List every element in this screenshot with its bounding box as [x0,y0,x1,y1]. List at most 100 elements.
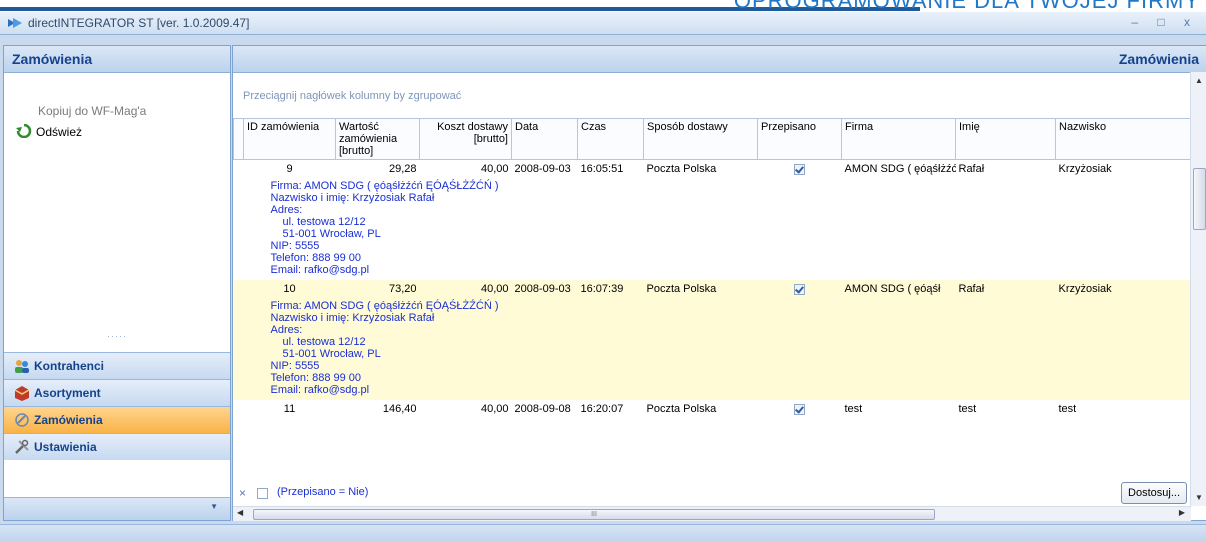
cell-last-name[interactable]: test [1055,400,1191,418]
group-by-hint[interactable]: Przeciągnij nagłówek kolumny by zgrupowa… [243,90,461,102]
group-asortyment[interactable]: Asortyment [4,379,230,406]
column-header-copied[interactable]: Przepisano [757,118,842,160]
detail-company: Firma: AMON SDG ( ęóąśłżźćń ĘÓĄŚŁŻŹĆŃ ) [270,180,499,192]
refresh-icon [16,124,32,138]
cell-date[interactable]: 2008-09-08 [511,400,578,418]
column-header-first-name[interactable]: Imię [955,118,1056,160]
table-row[interactable]: 10 73,20 40,00 2008-09-03 16:07:39 Poczt… [233,280,1191,298]
splitter-grip[interactable]: ····· [4,332,230,341]
cell-id[interactable]: 10 [243,280,336,298]
cell-method[interactable]: Poczta Polska [643,280,758,298]
cell-id[interactable]: 9 [243,159,336,178]
cell-first-name[interactable]: test [955,400,1056,418]
top-band: OPROGRAMOWANIE DLA TWOJEJ FIRMY [0,0,1206,12]
window-title: directINTEGRATOR ST [ver. 1.0.2009.47] [28,16,250,30]
column-header-id[interactable]: ID zamówienia [243,118,336,160]
group-label: Zamówienia [34,413,103,427]
cell-last-name[interactable]: Krzyżosiak [1055,159,1191,178]
scroll-thumb[interactable] [1193,168,1206,230]
group-ustawienia[interactable]: Ustawienia [4,433,230,460]
group-label: Asortyment [34,386,101,400]
vertical-scrollbar[interactable]: ▲ ▼ [1190,72,1206,506]
column-header-date[interactable]: Data [511,118,578,160]
cell-company[interactable]: AMON SDG ( ęóąśł [841,280,956,298]
checkbox-icon[interactable] [794,403,805,415]
column-header-time[interactable]: Czas [577,118,644,160]
box-icon [14,386,30,401]
nav-footer[interactable]: ▼ [4,497,230,520]
detail-phone: Telefon: 888 99 00 [270,372,362,384]
cell-time[interactable]: 16:07:39 [577,280,644,298]
detail-row: Firma: AMON SDG ( ęóąśłżźćń ĘÓĄŚŁŻŹĆŃ ) … [233,178,1191,280]
row-selector-header [233,118,244,160]
chevron-down-icon[interactable]: ▼ [210,502,218,511]
group-kontrahenci[interactable]: Kontrahenci [4,352,230,379]
group-label: Ustawienia [34,440,97,454]
cell-first-name[interactable]: Rafał [955,280,1056,298]
orders-icon [15,413,29,427]
row-selector [233,159,244,178]
cell-shipping[interactable]: 40,00 [419,280,512,298]
scroll-thumb-horizontal[interactable]: III [253,509,935,520]
customize-button[interactable]: Dostosuj... [1121,482,1187,504]
cell-date[interactable]: 2008-09-03 [511,159,578,178]
detail-name: Nazwisko i imię: Krzyżosiak Rafał [270,312,435,324]
title-bar: directINTEGRATOR ST [ver. 1.0.2009.47] –… [0,12,1206,35]
cell-method[interactable]: Poczta Polska [643,400,758,418]
contacts-icon [15,360,29,373]
filter-enable-checkbox[interactable] [257,488,268,499]
cell-value[interactable]: 146,40 [335,400,420,418]
cell-first-name[interactable]: Rafał [955,159,1056,178]
cell-id[interactable]: 11 [243,400,336,418]
cell-time[interactable]: 16:20:07 [577,400,644,418]
scroll-down-icon[interactable]: ▼ [1195,493,1203,502]
copy-to-wfmag-action[interactable]: Kopiuj do WF-Mag'a [38,104,146,118]
filter-text[interactable]: (Przepisano = Nie) [277,486,368,498]
cell-company[interactable]: test [841,400,956,418]
group-zamowienia[interactable]: Zamówienia [4,406,230,433]
cell-method[interactable]: Poczta Polska [643,159,758,178]
cell-shipping[interactable]: 40,00 [419,400,512,418]
checkbox-icon[interactable] [794,163,805,175]
nav-pane: Zamówienia Kopiuj do WF-Mag'a Odśwież ··… [3,45,231,521]
cell-value[interactable]: 73,20 [335,280,420,298]
refresh-label: Odśwież [36,125,83,139]
checkbox-icon[interactable] [794,283,805,295]
clear-filter-icon[interactable]: × [239,486,246,500]
cell-shipping[interactable]: 40,00 [419,159,512,178]
detail-row: Firma: AMON SDG ( ęóąśłżźćń ĘÓĄŚŁŻŹĆŃ ) … [233,298,1191,400]
cell-date[interactable]: 2008-09-03 [511,280,578,298]
nav-header: Zamówienia [4,46,230,73]
scroll-right-icon[interactable]: ▶ [1179,508,1185,517]
detail-address-label: Adres: [270,204,303,216]
cell-copied[interactable] [757,400,842,418]
horizontal-scrollbar[interactable]: ◀ III ▶ [233,506,1191,521]
app-window: directINTEGRATOR ST [ver. 1.0.2009.47] –… [0,12,1206,541]
cell-copied[interactable] [757,280,842,298]
window-controls[interactable]: – □ x [1131,15,1198,29]
scroll-up-icon[interactable]: ▲ [1195,76,1203,85]
row-selector [233,280,244,298]
cell-copied[interactable] [757,159,842,178]
group-label: Kontrahenci [34,359,105,373]
column-header-shipping[interactable]: Koszt dostawy [brutto] [419,118,512,160]
refresh-action[interactable]: Odśwież [16,124,82,139]
row-selector [233,400,244,418]
scroll-left-icon[interactable]: ◀ [237,508,243,517]
detail-email: Email: rafko@sdg.pl [270,384,370,396]
table-row[interactable]: 11 146,40 40,00 2008-09-08 16:20:07 Pocz… [233,400,1191,418]
column-header-method[interactable]: Sposób dostawy [643,118,758,160]
detail-phone: Telefon: 888 99 00 [270,252,362,264]
cell-last-name[interactable]: Krzyżosiak [1055,280,1191,298]
banner-text: OPROGRAMOWANIE DLA TWOJEJ FIRMY [734,0,1200,12]
grid-header-row: ID zamówienia Wartość zamówienia [brutto… [233,118,1191,160]
column-header-value[interactable]: Wartość zamówienia [brutto] [335,118,420,160]
table-row[interactable]: 9 29,28 40,00 2008-09-03 16:05:51 Poczta… [233,159,1191,178]
filter-bar: × (Przepisano = Nie) Dostosuj... [233,480,1191,506]
cell-value[interactable]: 29,28 [335,159,420,178]
cell-time[interactable]: 16:05:51 [577,159,644,178]
column-header-company[interactable]: Firma [841,118,956,160]
cell-company[interactable]: AMON SDG ( ęóąśłżźćń [841,159,956,178]
column-header-last-name[interactable]: Nazwisko [1055,118,1191,160]
status-bar [0,524,1206,541]
